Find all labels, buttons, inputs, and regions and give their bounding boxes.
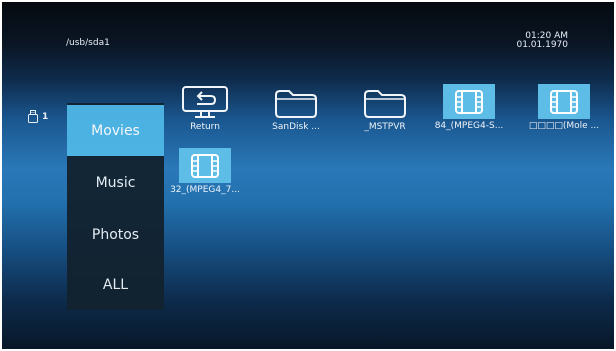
file-tile-return[interactable]: Return: [166, 84, 244, 132]
video-file-icon: [538, 84, 590, 119]
video-file-icon: [443, 84, 495, 119]
file-label: □□□□(Mole ...: [528, 121, 600, 131]
current-path: /usb/sda1: [66, 38, 110, 48]
file-label: 32_(MPEG4_7...: [170, 185, 240, 195]
usb-device-indicator[interactable]: 1: [28, 110, 48, 123]
category-sidebar: Movies Music Photos ALL: [67, 103, 164, 310]
file-tile-sandisk[interactable]: SanDisk ...: [257, 84, 335, 132]
video-file-icon: [179, 148, 231, 183]
file-label: Return: [190, 122, 220, 132]
file-tile-video-mole[interactable]: □□□□(Mole ...: [525, 84, 603, 131]
file-tile-mstpvr[interactable]: _MSTPVR: [346, 84, 424, 132]
media-browser-screen: /usb/sda1 01:20 AM 01.01.1970 1 Movies M…: [2, 2, 614, 349]
file-tile-video-84[interactable]: 84_(MPEG4-S...: [430, 84, 508, 131]
clock: 01:20 AM 01.01.1970: [516, 32, 568, 50]
folder-icon: [271, 84, 321, 120]
usb-device-count: 1: [42, 111, 49, 122]
file-label: 84_(MPEG4-S...: [434, 121, 504, 131]
category-all[interactable]: ALL: [67, 259, 164, 310]
file-tile-video-32[interactable]: 32_(MPEG4_7...: [166, 148, 244, 195]
usb-drive-icon: [28, 110, 38, 123]
category-movies[interactable]: Movies: [67, 105, 164, 156]
file-label: _MSTPVR: [364, 122, 406, 132]
folder-icon: [360, 84, 410, 120]
return-icon: [180, 84, 230, 120]
file-label: SanDisk ...: [272, 122, 320, 132]
category-photos[interactable]: Photos: [67, 209, 164, 260]
category-music[interactable]: Music: [67, 157, 164, 208]
clock-date: 01.01.1970: [516, 40, 568, 50]
